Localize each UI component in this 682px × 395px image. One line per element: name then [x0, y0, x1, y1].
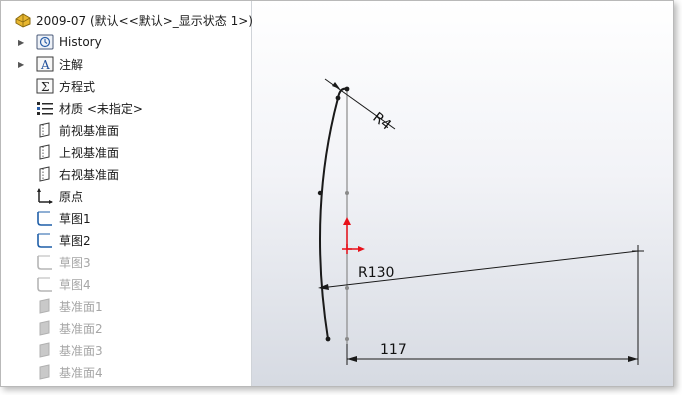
dim-arrow-left [347, 356, 357, 362]
tree-item[interactable]: 基准面4 [1, 361, 251, 383]
sketch-origin-icon[interactable] [342, 217, 365, 254]
sketch-point[interactable] [335, 95, 341, 101]
tree-item-label: 草图1 [59, 211, 91, 226]
history-icon [35, 33, 55, 51]
graphics-area[interactable]: R4 R130 117 [252, 1, 673, 386]
tree-item-label: 方程式 [59, 79, 96, 94]
tree-item-label: 注解 [59, 57, 84, 72]
tree-item-label: 草图4 [59, 277, 91, 292]
tree-item-label: 基准面4 [59, 365, 103, 380]
tree-item-label: 草图3 [59, 255, 91, 270]
tree-item-label: 前视基准面 [59, 123, 120, 138]
annotations-icon: A [35, 55, 55, 73]
tree-item[interactable]: ▶ A 注解 [1, 53, 251, 75]
tree-item[interactable]: 草图1 [1, 207, 251, 229]
tree-item-label: 基准面1 [59, 299, 103, 314]
tree-root-part[interactable]: 2009-07 (默认<<默认>_显示状态 1>) [1, 9, 253, 31]
tree-item-label: History [59, 35, 102, 49]
dim-arrow-right [628, 356, 638, 362]
plane-icon [35, 165, 55, 183]
origin-icon [35, 187, 55, 205]
material-icon [35, 99, 55, 117]
plane-icon [35, 121, 55, 139]
expand-arrow-icon[interactable]: ▶ [18, 60, 26, 69]
tree-item[interactable]: 材质 <未指定> [1, 97, 251, 119]
dimension-117[interactable]: 117 [380, 342, 407, 358]
sketch-point[interactable] [345, 286, 349, 290]
plane-icon [35, 297, 55, 315]
plane-icon [35, 363, 55, 381]
tree-item[interactable]: 基准面2 [1, 317, 251, 339]
tree-item[interactable]: 上视基准面 [1, 141, 251, 163]
sketch-point[interactable] [345, 191, 349, 195]
tree-item-label: 基准面3 [59, 343, 103, 358]
tree-item[interactable]: 前视基准面 [1, 119, 251, 141]
sketch-point[interactable] [325, 336, 331, 342]
tree-item[interactable]: 基准面1 [1, 295, 251, 317]
tree-root-label: 2009-07 (默认<<默认>_显示状态 1>) [36, 13, 253, 28]
part-icon [13, 11, 33, 29]
sketch-icon [35, 253, 55, 271]
tree-item-label: 上视基准面 [59, 145, 120, 160]
sketch-icon [35, 275, 55, 293]
svg-text:Σ: Σ [41, 80, 49, 94]
tree-item[interactable]: Σ 方程式 [1, 75, 251, 97]
solidworks-window: 2009-07 (默认<<默认>_显示状态 1>) ▶ History ▶ A 注解 Σ 方… [0, 0, 674, 387]
sketch-icon [35, 231, 55, 249]
r130-arrowhead [318, 284, 329, 290]
tree-item[interactable]: 基准面3 [1, 339, 251, 361]
arc-r130[interactable] [319, 97, 339, 340]
tree-item-label: 右视基准面 [59, 167, 120, 182]
tree-item[interactable]: 右视基准面 [1, 163, 251, 185]
sketch-point[interactable] [345, 337, 349, 341]
tree-item[interactable]: 草图2 [1, 229, 251, 251]
tree-item-label: 基准面2 [59, 321, 103, 336]
plane-icon [35, 319, 55, 337]
tree-item-label: 原点 [59, 189, 84, 204]
tree-item[interactable]: ▶ History [1, 31, 251, 53]
feature-manager-tree: 2009-07 (默认<<默认>_显示状态 1>) ▶ History ▶ A 注解 Σ 方… [1, 1, 253, 386]
plane-icon [35, 143, 55, 161]
tree-item[interactable]: 草图3 [1, 251, 251, 273]
dimension-r130[interactable]: R130 [358, 265, 394, 281]
svg-text:A: A [40, 58, 50, 72]
tree-item[interactable]: 原点 [1, 185, 251, 207]
sketch-canvas[interactable]: R4 R130 117 [252, 1, 673, 386]
expand-arrow-icon[interactable]: ▶ [18, 38, 26, 47]
equations-icon: Σ [35, 77, 55, 95]
sketch-icon [35, 209, 55, 227]
tree-item-label: 材质 <未指定> [59, 101, 143, 116]
tree-item-label: 草图2 [59, 233, 91, 248]
tree-item[interactable]: 草图4 [1, 273, 251, 295]
r4-arrowhead [332, 82, 340, 89]
sketch-point[interactable] [344, 86, 350, 92]
sketch-point[interactable] [317, 190, 323, 196]
plane-icon [35, 341, 55, 359]
